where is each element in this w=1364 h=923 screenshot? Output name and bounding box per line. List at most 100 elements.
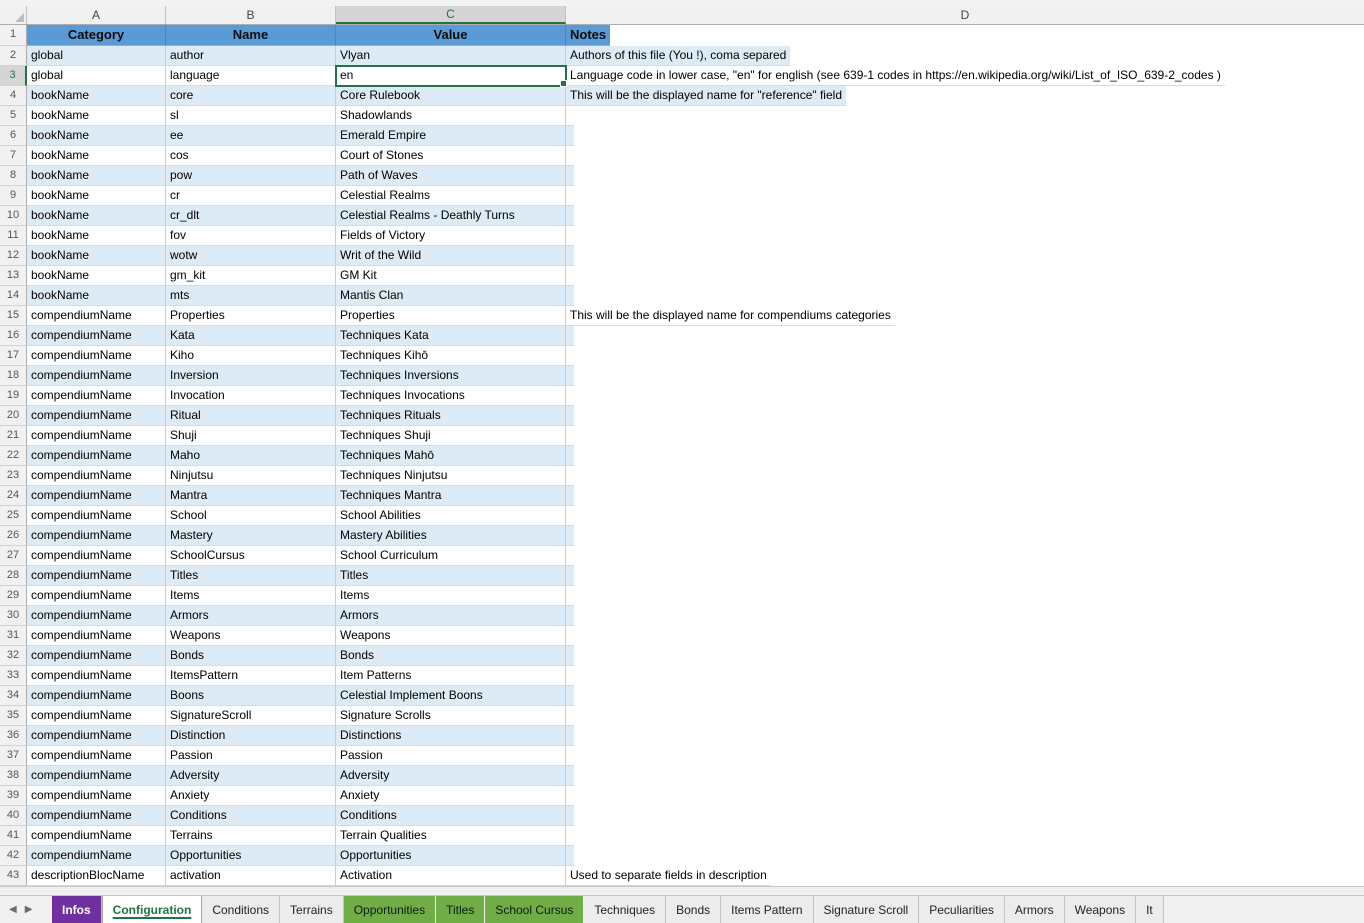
cell-B25[interactable]: School [166, 506, 336, 526]
cell-A42[interactable]: compendiumName [27, 846, 166, 866]
cell-A11[interactable]: bookName [27, 226, 166, 246]
cell-D32[interactable] [566, 646, 574, 666]
cell-C17[interactable]: Techniques Kihō [336, 346, 566, 366]
row-header-33[interactable]: 33 [0, 666, 27, 686]
sheet-tab-peculiarities[interactable]: Peculiarities [919, 896, 1005, 923]
cell-D19[interactable] [566, 386, 574, 406]
cell-A34[interactable]: compendiumName [27, 686, 166, 706]
cell-A35[interactable]: compendiumName [27, 706, 166, 726]
cell-B41[interactable]: Terrains [166, 826, 336, 846]
cell-C3[interactable]: en [336, 66, 566, 86]
cell-A26[interactable]: compendiumName [27, 526, 166, 546]
cell-D33[interactable] [566, 666, 574, 686]
cell-B5[interactable]: sl [166, 106, 336, 126]
cell-A24[interactable]: compendiumName [27, 486, 166, 506]
sheet-tab-items-pattern[interactable]: Items Pattern [721, 896, 813, 923]
row-header-11[interactable]: 11 [0, 226, 27, 246]
cell-B39[interactable]: Anxiety [166, 786, 336, 806]
cell-D16[interactable] [566, 326, 574, 346]
row-header-19[interactable]: 19 [0, 386, 27, 406]
cell-B34[interactable]: Boons [166, 686, 336, 706]
cell-D12[interactable] [566, 246, 574, 266]
sheet-tab-techniques[interactable]: Techniques [584, 896, 666, 923]
cell-C6[interactable]: Emerald Empire [336, 126, 566, 146]
select-all-button[interactable] [0, 6, 27, 24]
cell-C8[interactable]: Path of Waves [336, 166, 566, 186]
cell-B30[interactable]: Armors [166, 606, 336, 626]
cell-A18[interactable]: compendiumName [27, 366, 166, 386]
cell-B14[interactable]: mts [166, 286, 336, 306]
row-header-21[interactable]: 21 [0, 426, 27, 446]
cell-D30[interactable] [566, 606, 574, 626]
cell-A38[interactable]: compendiumName [27, 766, 166, 786]
sheet-tab-armors[interactable]: Armors [1005, 896, 1065, 923]
cell-C14[interactable]: Mantis Clan [336, 286, 566, 306]
cell-C42[interactable]: Opportunities [336, 846, 566, 866]
cell-D38[interactable] [566, 766, 574, 786]
cell-D34[interactable] [566, 686, 574, 706]
cell-D15[interactable]: This will be the displayed name for comp… [566, 306, 895, 326]
cell-B16[interactable]: Kata [166, 326, 336, 346]
cell-B21[interactable]: Shuji [166, 426, 336, 446]
cell-D5[interactable] [566, 106, 574, 126]
row-header-8[interactable]: 8 [0, 166, 27, 186]
cell-D37[interactable] [566, 746, 574, 766]
cell-B9[interactable]: cr [166, 186, 336, 206]
cell-A14[interactable]: bookName [27, 286, 166, 306]
sheet-tab-school-cursus[interactable]: School Cursus [485, 896, 584, 923]
cell-B37[interactable]: Passion [166, 746, 336, 766]
cell-B3[interactable]: language [166, 66, 336, 86]
cell-A39[interactable]: compendiumName [27, 786, 166, 806]
cell-D3[interactable]: Language code in lower case, "en" for en… [566, 66, 1225, 86]
row-header-10[interactable]: 10 [0, 206, 27, 226]
row-header-28[interactable]: 28 [0, 566, 27, 586]
sheet-tab-conditions[interactable]: Conditions [202, 896, 280, 923]
row-header-5[interactable]: 5 [0, 106, 27, 126]
cell-C24[interactable]: Techniques Mantra [336, 486, 566, 506]
cell-D9[interactable] [566, 186, 574, 206]
cell-D1[interactable]: Notes [566, 25, 610, 46]
cell-D22[interactable] [566, 446, 574, 466]
row-header-37[interactable]: 37 [0, 746, 27, 766]
cell-C22[interactable]: Techniques Mahō [336, 446, 566, 466]
cell-C30[interactable]: Armors [336, 606, 566, 626]
cell-A27[interactable]: compendiumName [27, 546, 166, 566]
cell-C43[interactable]: Activation [336, 866, 566, 886]
cell-A15[interactable]: compendiumName [27, 306, 166, 326]
row-header-36[interactable]: 36 [0, 726, 27, 746]
cell-A12[interactable]: bookName [27, 246, 166, 266]
cell-B43[interactable]: activation [166, 866, 336, 886]
column-header-C[interactable]: C [336, 6, 566, 24]
cell-D6[interactable] [566, 126, 574, 146]
cell-D28[interactable] [566, 566, 574, 586]
cell-A33[interactable]: compendiumName [27, 666, 166, 686]
cell-C2[interactable]: Vlyan [336, 46, 566, 66]
cell-C36[interactable]: Distinctions [336, 726, 566, 746]
cell-C23[interactable]: Techniques Ninjutsu [336, 466, 566, 486]
cell-D27[interactable] [566, 546, 574, 566]
cell-D39[interactable] [566, 786, 574, 806]
cell-B31[interactable]: Weapons [166, 626, 336, 646]
column-header-B[interactable]: B [166, 6, 336, 24]
row-header-15[interactable]: 15 [0, 306, 27, 326]
cell-B38[interactable]: Adversity [166, 766, 336, 786]
cell-A20[interactable]: compendiumName [27, 406, 166, 426]
cell-C13[interactable]: GM Kit [336, 266, 566, 286]
cell-B40[interactable]: Conditions [166, 806, 336, 826]
cell-C29[interactable]: Items [336, 586, 566, 606]
cell-C21[interactable]: Techniques Shuji [336, 426, 566, 446]
cell-B11[interactable]: fov [166, 226, 336, 246]
row-header-7[interactable]: 7 [0, 146, 27, 166]
cell-D2[interactable]: Authors of this file (You !), coma separ… [566, 46, 790, 66]
cell-B2[interactable]: author [166, 46, 336, 66]
prev-sheet-icon[interactable]: ◀ [9, 904, 17, 915]
sheet-tab-bonds[interactable]: Bonds [666, 896, 721, 923]
row-header-35[interactable]: 35 [0, 706, 27, 726]
cell-C9[interactable]: Celestial Realms [336, 186, 566, 206]
cell-C27[interactable]: School Curriculum [336, 546, 566, 566]
cell-D20[interactable] [566, 406, 574, 426]
cell-A22[interactable]: compendiumName [27, 446, 166, 466]
cell-C7[interactable]: Court of Stones [336, 146, 566, 166]
cell-D4[interactable]: This will be the displayed name for "ref… [566, 86, 846, 106]
cell-C19[interactable]: Techniques Invocations [336, 386, 566, 406]
